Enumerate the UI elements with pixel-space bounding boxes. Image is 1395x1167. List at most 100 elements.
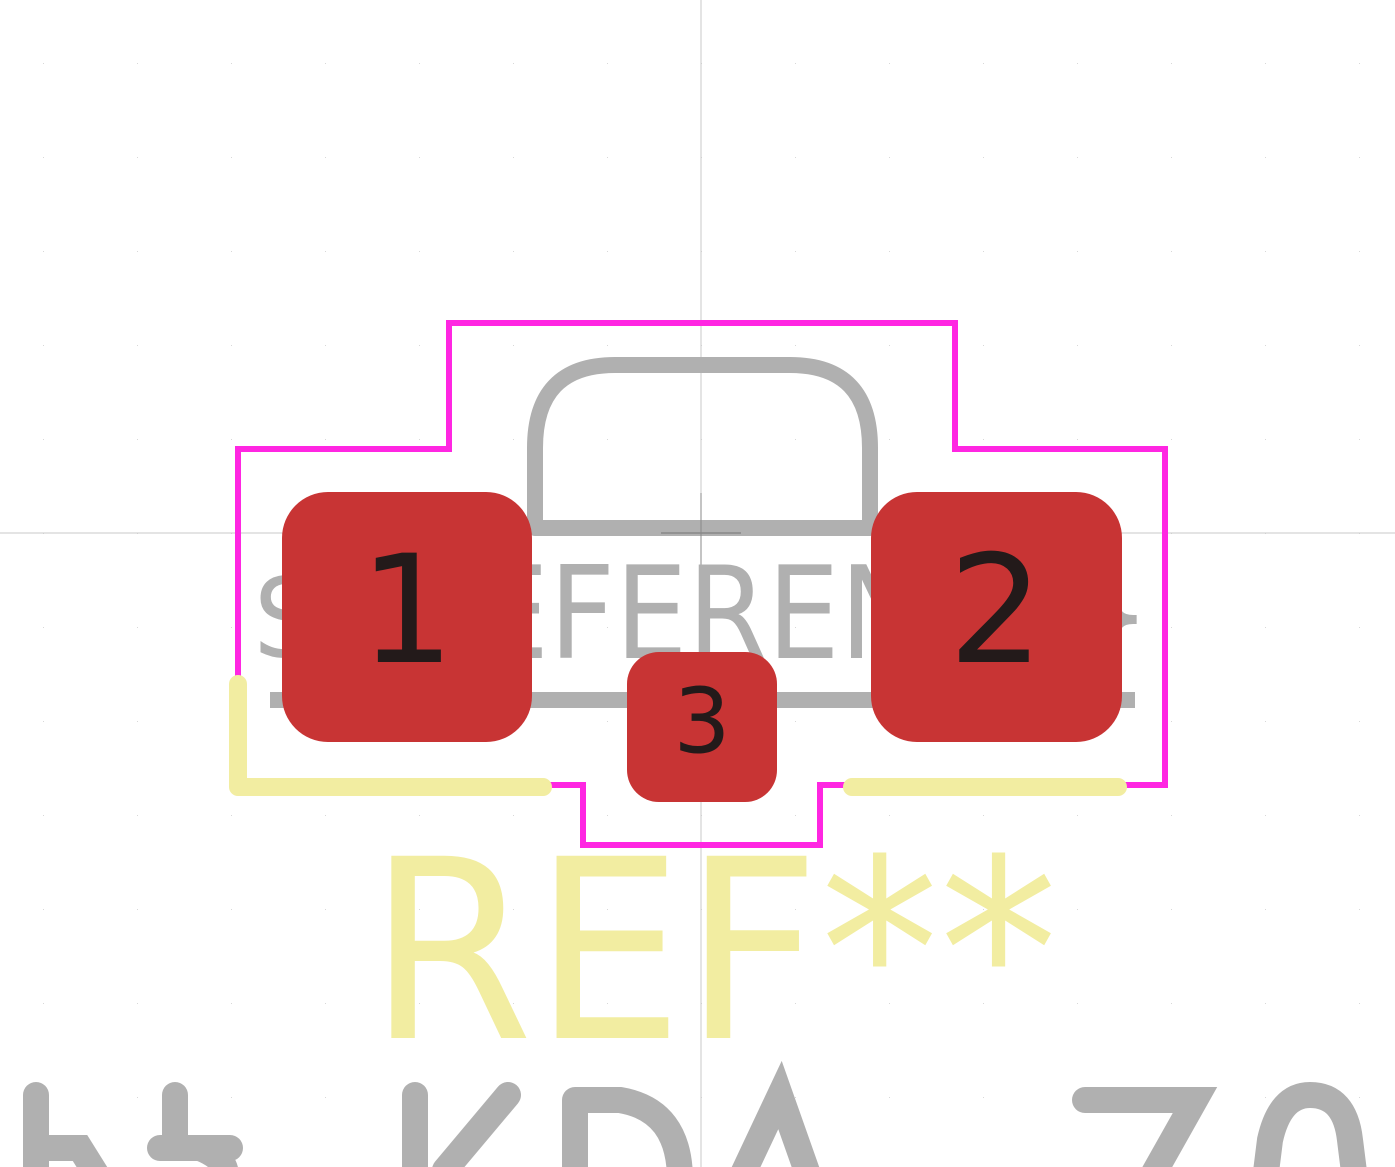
grid-dot bbox=[325, 251, 326, 252]
grid-dot bbox=[1265, 1003, 1266, 1004]
grid-dot bbox=[1171, 251, 1172, 252]
grid-dot bbox=[1359, 815, 1360, 816]
grid-dot bbox=[137, 439, 138, 440]
grid-dot bbox=[1265, 909, 1266, 910]
grid-dot bbox=[325, 909, 326, 910]
grid-dot bbox=[1171, 439, 1172, 440]
grid-dot bbox=[231, 909, 232, 910]
grid-dot bbox=[137, 345, 138, 346]
grid-dot bbox=[1171, 157, 1172, 158]
grid-dot bbox=[983, 345, 984, 346]
grid-dot bbox=[43, 63, 44, 64]
grid-dot bbox=[1359, 1097, 1360, 1098]
grid-dot bbox=[1265, 345, 1266, 346]
grid-dot bbox=[607, 721, 608, 722]
pad-number: 1 bbox=[359, 524, 454, 698]
grid-dot bbox=[889, 251, 890, 252]
grid-dot bbox=[137, 157, 138, 158]
grid-dot bbox=[1265, 63, 1266, 64]
grid-dot bbox=[137, 721, 138, 722]
grid-dot bbox=[983, 439, 984, 440]
grid-dot bbox=[1171, 1003, 1172, 1004]
grid-dot bbox=[795, 157, 796, 158]
grid-dot bbox=[607, 157, 608, 158]
grid-dot bbox=[1359, 251, 1360, 252]
reference-designator[interactable]: REF** bbox=[368, 806, 1058, 1097]
grid-dot bbox=[419, 345, 420, 346]
grid-dot bbox=[513, 251, 514, 252]
grid-dot bbox=[231, 1003, 232, 1004]
grid-dot bbox=[231, 63, 232, 64]
grid-dot bbox=[1077, 345, 1078, 346]
grid-dot bbox=[1171, 815, 1172, 816]
grid-dot bbox=[325, 345, 326, 346]
grid-dot bbox=[983, 1097, 984, 1098]
grid-dot bbox=[419, 251, 420, 252]
grid-dot bbox=[607, 439, 608, 440]
grid-dot bbox=[43, 909, 44, 910]
grid-dot bbox=[231, 815, 232, 816]
pad-3[interactable]: 3 bbox=[627, 652, 777, 802]
grid-dot bbox=[43, 721, 44, 722]
grid-dot bbox=[231, 627, 232, 628]
grid-dot bbox=[43, 345, 44, 346]
grid-dot bbox=[513, 157, 514, 158]
grid-dot bbox=[137, 909, 138, 910]
grid-dot bbox=[1171, 627, 1172, 628]
grid-dot bbox=[983, 251, 984, 252]
grid-dot bbox=[889, 1097, 890, 1098]
grid-dot bbox=[795, 439, 796, 440]
grid-dot bbox=[137, 627, 138, 628]
pcb-editor-canvas[interactable]: ${REFERENCE} 1 2 3 REF** bbox=[0, 0, 1395, 1167]
grid-dot bbox=[137, 1003, 138, 1004]
grid-dot bbox=[607, 63, 608, 64]
grid-dot bbox=[795, 63, 796, 64]
grid-dot bbox=[419, 157, 420, 158]
grid-dot bbox=[1077, 157, 1078, 158]
grid-dot bbox=[513, 345, 514, 346]
grid-dot bbox=[1077, 251, 1078, 252]
grid-dot bbox=[1171, 345, 1172, 346]
grid-dot bbox=[325, 439, 326, 440]
grid-dot bbox=[1359, 627, 1360, 628]
pad-2[interactable]: 2 bbox=[871, 492, 1122, 742]
grid-dot bbox=[325, 63, 326, 64]
grid-dot bbox=[795, 721, 796, 722]
grid-dot bbox=[1077, 439, 1078, 440]
grid-dot bbox=[983, 63, 984, 64]
grid-dot bbox=[1265, 627, 1266, 628]
grid-dot bbox=[1359, 157, 1360, 158]
grid-dot bbox=[231, 439, 232, 440]
grid-dot bbox=[1171, 63, 1172, 64]
grid-dot bbox=[137, 63, 138, 64]
grid-dot bbox=[43, 439, 44, 440]
grid-dot bbox=[1265, 1097, 1266, 1098]
grid-dot bbox=[1077, 1003, 1078, 1004]
grid-dot bbox=[1265, 721, 1266, 722]
grid-dot bbox=[795, 345, 796, 346]
pad-1[interactable]: 1 bbox=[282, 492, 532, 742]
grid-dot bbox=[1265, 157, 1266, 158]
grid-dot bbox=[1359, 345, 1360, 346]
grid-dot bbox=[231, 1097, 232, 1098]
grid-dot bbox=[983, 157, 984, 158]
grid-dot bbox=[513, 63, 514, 64]
grid-dot bbox=[43, 627, 44, 628]
grid-dot bbox=[325, 1003, 326, 1004]
grid-dot bbox=[1359, 1003, 1360, 1004]
grid-dot bbox=[889, 439, 890, 440]
grid-dot bbox=[231, 251, 232, 252]
grid-dot bbox=[1265, 815, 1266, 816]
grid-dot bbox=[513, 439, 514, 440]
grid-dot bbox=[607, 345, 608, 346]
grid-dot bbox=[325, 815, 326, 816]
value-text-strokes bbox=[23, 1060, 1367, 1167]
grid-dot bbox=[795, 251, 796, 252]
grid-dot bbox=[889, 345, 890, 346]
grid-dot bbox=[795, 1097, 796, 1098]
pad-number: 2 bbox=[948, 524, 1043, 698]
pad-number: 3 bbox=[673, 669, 730, 774]
grid-dot bbox=[43, 815, 44, 816]
grid-dot bbox=[137, 251, 138, 252]
grid-dot bbox=[889, 63, 890, 64]
